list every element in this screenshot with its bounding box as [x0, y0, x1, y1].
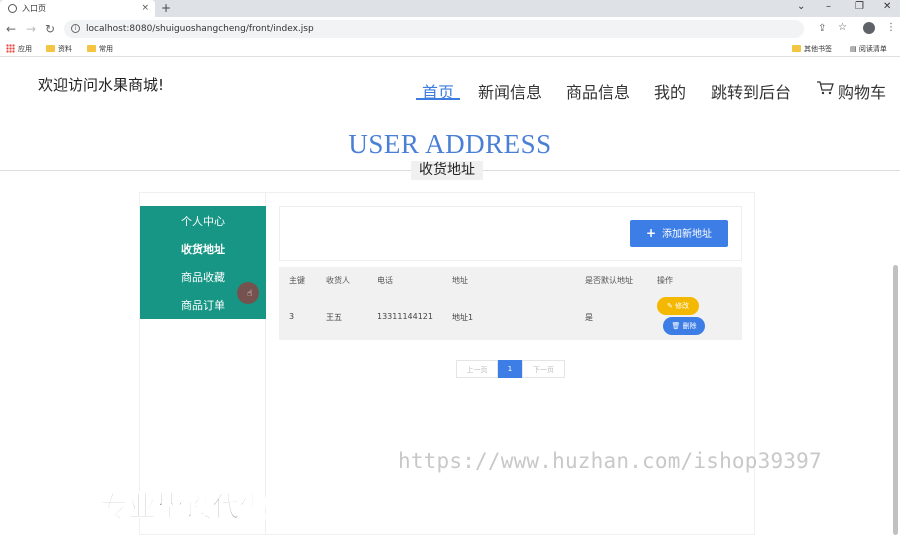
site-info-icon[interactable]: i	[71, 24, 80, 33]
browser-tab[interactable]: 入口页 ×	[0, 0, 155, 17]
side-item-profile[interactable]: 个人中心	[140, 213, 266, 229]
table-header: 主键	[289, 276, 305, 285]
minimize-icon[interactable]: –	[826, 0, 831, 14]
table-header: 收货人	[326, 276, 350, 285]
cursor-icon: ☝	[247, 289, 253, 299]
reading-list-icon: ▤	[850, 45, 859, 53]
nav-admin[interactable]: 跳转到后台	[711, 79, 791, 103]
bookmark-other[interactable]: 其他书签	[792, 44, 832, 54]
side-item-address[interactable]: 收货地址	[140, 241, 266, 257]
pencil-icon: ✎	[666, 302, 676, 310]
bookmark-folder[interactable]: 常用	[87, 44, 113, 54]
cart-icon[interactable]	[816, 81, 834, 95]
window-close-icon[interactable]: ✕	[883, 0, 891, 14]
scrollbar[interactable]	[893, 265, 898, 535]
nav-active-underline	[416, 98, 460, 100]
apps-grid-icon	[6, 44, 15, 53]
url-text: localhost:8080/shuiguoshangcheng/front/i…	[86, 24, 314, 34]
globe-icon	[8, 4, 17, 13]
pagination-prev[interactable]: 上一页	[456, 360, 498, 378]
tab-title: 入口页	[22, 4, 46, 13]
share-icon[interactable]: ⇪	[818, 23, 826, 35]
delete-button[interactable]: 🗑 删除	[663, 317, 705, 335]
reading-list[interactable]: ▤ 阅读清单	[850, 44, 887, 54]
profile-avatar[interactable]	[863, 22, 875, 34]
cell-default: 是	[585, 313, 593, 322]
nav-news[interactable]: 新闻信息	[478, 79, 542, 103]
address-bar: ← → ↻ i localhost:8080/shuiguoshangcheng…	[0, 17, 900, 41]
bookmarks-bar: 应用 资料 常用 其他书签 ▤ 阅读清单	[0, 41, 900, 57]
forward-icon[interactable]: →	[26, 22, 36, 36]
close-tab-icon[interactable]: ×	[141, 0, 149, 17]
add-address-button[interactable]: + 添加新地址	[630, 220, 728, 247]
nav-products[interactable]: 商品信息	[566, 79, 630, 103]
watermark-text: 专业毕设代做	[99, 490, 269, 524]
new-tab-button[interactable]: +	[161, 0, 171, 17]
watermark-url: https://www.huzhan.com/ishop39397	[398, 449, 822, 473]
page-title: USER ADDRESS	[348, 129, 552, 159]
cell-name: 王五	[326, 313, 342, 322]
trash-icon: 🗑	[671, 322, 683, 330]
browser-menu-icon[interactable]: ⋮	[886, 22, 896, 33]
folder-icon	[87, 45, 96, 52]
cell-address: 地址1	[452, 313, 474, 322]
restore-icon[interactable]: ❐	[855, 0, 864, 14]
chevron-down-icon[interactable]: ⌄	[797, 0, 805, 14]
back-icon[interactable]: ←	[6, 22, 16, 36]
site-welcome: 欢迎访问水果商城!	[38, 76, 165, 94]
folder-icon	[792, 45, 801, 52]
nav-mine[interactable]: 我的	[654, 79, 686, 103]
table-header: 地址	[452, 276, 468, 285]
pagination-current[interactable]: 1	[498, 360, 522, 378]
cell-phone: 13311144121	[377, 312, 433, 321]
page-subtitle: 收货地址	[411, 161, 483, 180]
reload-icon[interactable]: ↻	[45, 22, 55, 36]
table-header: 是否默认地址	[585, 276, 633, 285]
url-input[interactable]: i localhost:8080/shuiguoshangcheng/front…	[64, 20, 826, 38]
bookmark-folder[interactable]: 资料	[46, 44, 72, 54]
table-header: 电话	[377, 276, 393, 285]
folder-icon	[46, 45, 55, 52]
pagination-next[interactable]: 下一页	[522, 360, 565, 378]
bookmark-apps[interactable]: 应用	[6, 44, 32, 54]
edit-button[interactable]: ✎ 修改	[657, 297, 699, 315]
table-header: 操作	[657, 276, 673, 285]
cell-id: 3	[289, 312, 295, 321]
star-icon[interactable]: ☆	[838, 22, 847, 34]
nav-cart[interactable]: 购物车	[838, 79, 886, 103]
browser-tab-strip: 入口页 × + ⌄ – ❐ ✕	[0, 0, 900, 17]
plus-icon: +	[645, 226, 657, 240]
